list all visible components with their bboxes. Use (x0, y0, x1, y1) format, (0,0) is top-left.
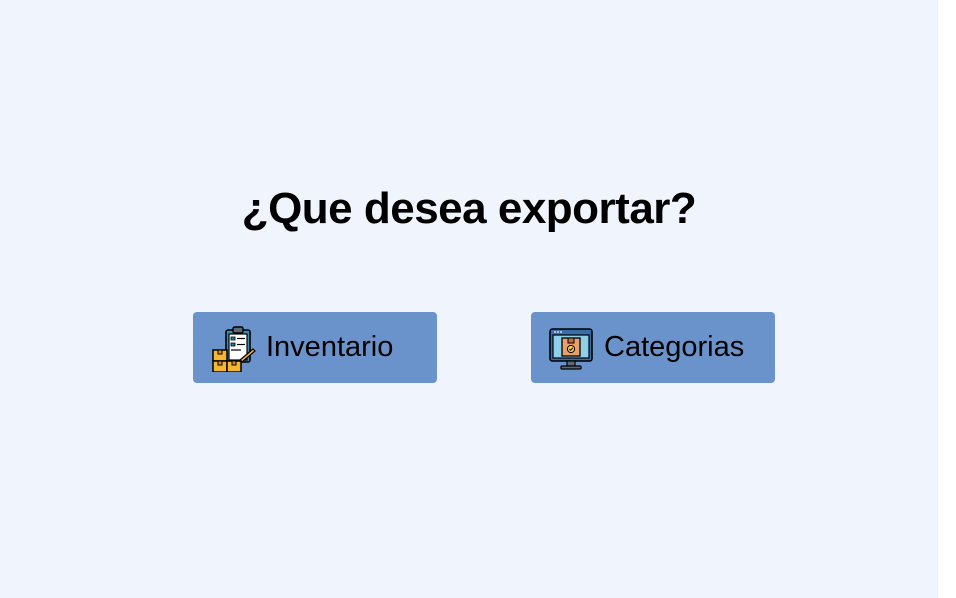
categorias-button-label: Categorias (604, 331, 745, 363)
inventario-button-label: Inventario (266, 331, 394, 363)
inventory-clipboard-boxes-icon (210, 324, 256, 373)
main-panel: ¿Que desea exportar? Inventario Categori… (0, 0, 938, 598)
monitor-package-icon (548, 324, 594, 372)
inventario-button[interactable]: Inventario (193, 312, 437, 383)
categorias-button[interactable]: Categorias (531, 312, 775, 383)
page-title: ¿Que desea exportar? (241, 184, 697, 233)
